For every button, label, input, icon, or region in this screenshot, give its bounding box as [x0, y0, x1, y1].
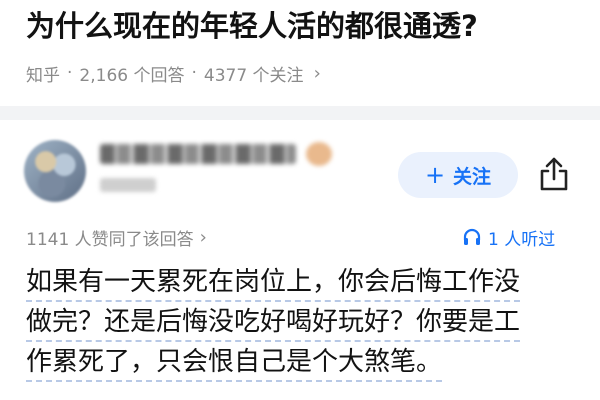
- share-icon: [540, 157, 568, 191]
- answer-count: 2,166 个回答: [79, 65, 185, 86]
- answer-line: 如果有一天累死在岗位上，你会后悔工作没: [26, 262, 521, 302]
- upvote-text: 1141 人赞同了该回答: [26, 229, 194, 250]
- answer-body[interactable]: 如果有一天累死在岗位上，你会后悔工作没 做完？还是后悔没吃好喝好玩好？你要是工 …: [26, 262, 574, 382]
- follower-count: 4377 个关注: [203, 65, 304, 86]
- separator-dot: ·: [191, 63, 197, 83]
- chevron-right-icon: ›: [199, 226, 207, 248]
- follow-label: 关注: [453, 165, 492, 188]
- listen-button[interactable]: 1 人听过: [462, 224, 555, 250]
- section-divider: [0, 106, 600, 120]
- follow-button[interactable]: + 关注: [398, 152, 518, 198]
- answer-line: 作累死了，只会恨自己是个大煞笔。: [26, 342, 443, 382]
- upvote-summary[interactable]: 1141 人赞同了该回答 ›: [26, 224, 207, 250]
- author-subtitle-blurred: [100, 178, 156, 192]
- separator-dot: ·: [67, 63, 73, 83]
- chevron-right-icon: ›: [313, 62, 321, 84]
- author-badge-blurred: [306, 142, 332, 166]
- share-button[interactable]: [536, 155, 572, 193]
- headphones-icon: [463, 228, 481, 245]
- question-meta[interactable]: 知乎 · 2,166 个回答 · 4377 个关注 ›: [26, 60, 321, 86]
- author-avatar[interactable]: [24, 140, 86, 202]
- answer-line: 做完？还是后悔没吃好喝好玩好？你要是工: [26, 302, 521, 342]
- listen-text: 1 人听过: [488, 229, 556, 250]
- author-name-blurred[interactable]: [100, 144, 296, 164]
- plus-icon: +: [424, 161, 446, 189]
- question-title[interactable]: 为什么现在的年轻人活的都很通透?: [26, 6, 586, 46]
- source-label: 知乎: [26, 65, 60, 86]
